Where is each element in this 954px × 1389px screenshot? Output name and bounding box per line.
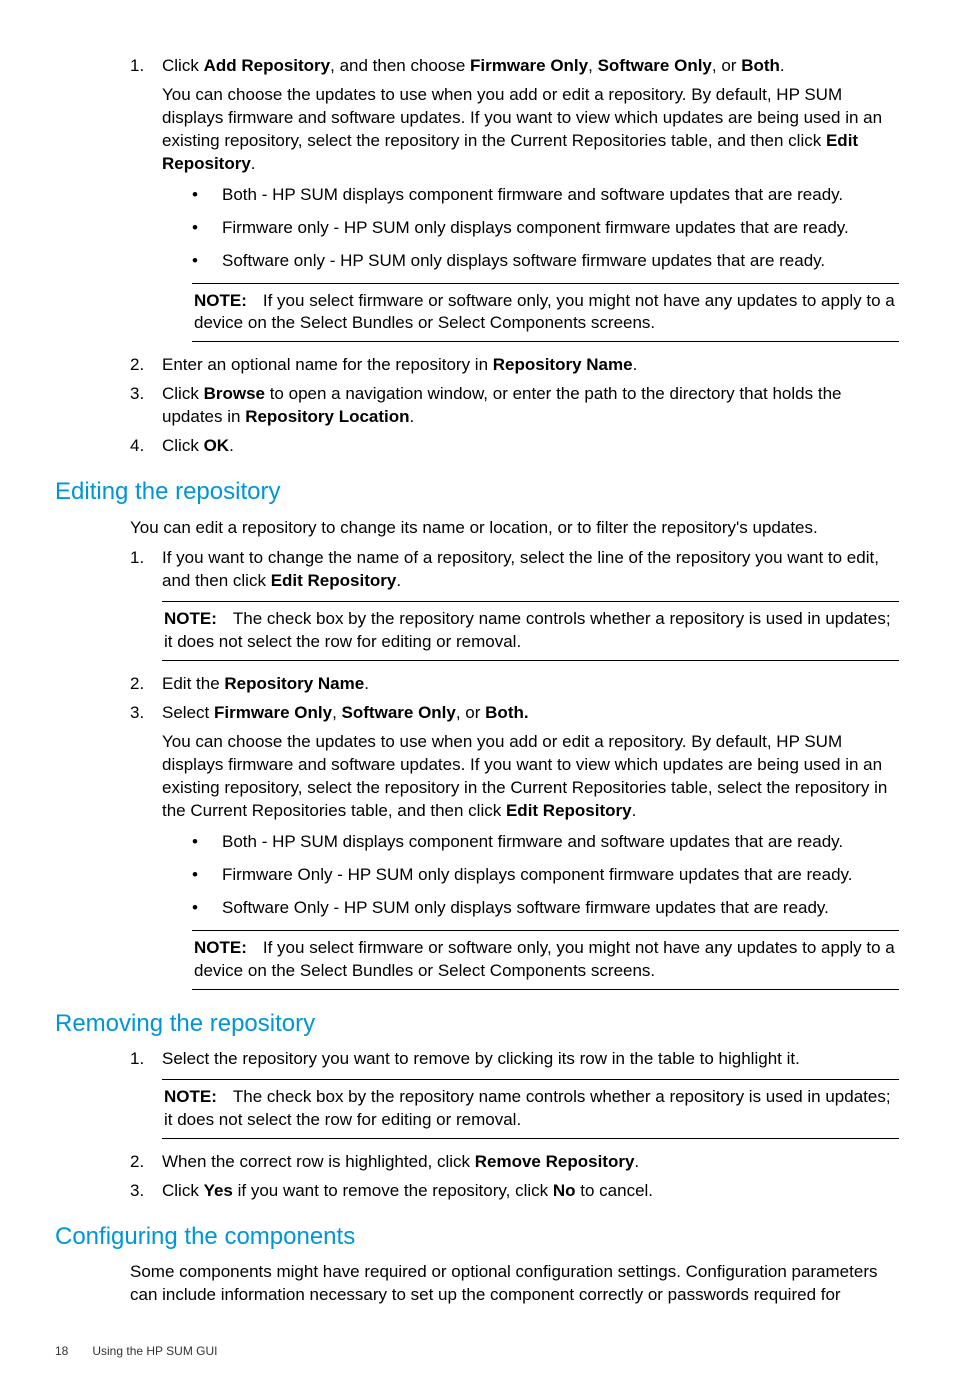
removing-steps: 1. Select the repository you want to rem… (130, 1048, 899, 1203)
text: Click (162, 1181, 204, 1200)
note-box: NOTE:If you select firmware or software … (192, 283, 899, 343)
heading-editing-repository: Editing the repository (55, 476, 899, 508)
step-3: 3. Click Yes if you want to remove the r… (130, 1180, 899, 1203)
configuring-text: Some components might have required or o… (130, 1261, 899, 1307)
bold: Edit Repository (506, 801, 632, 820)
bold: Both. (485, 703, 528, 722)
footer-title: Using the HP SUM GUI (92, 1344, 217, 1358)
bold: Repository Name (224, 674, 364, 693)
note-text: If you select firmware or software only,… (194, 291, 895, 333)
bold: Software Only (342, 703, 456, 722)
text: if you want to remove the repository, cl… (233, 1181, 553, 1200)
step-3: 3. Click Browse to open a navigation win… (130, 383, 899, 429)
bullet-list: Both - HP SUM displays component firmwar… (192, 831, 899, 920)
bullet-item: Software Only - HP SUM only displays sof… (192, 897, 899, 920)
bold: Remove Repository (475, 1152, 635, 1171)
heading-configuring-components: Configuring the components (55, 1221, 899, 1253)
step-number: 2. (130, 1151, 144, 1174)
bold: Firmware Only (470, 56, 588, 75)
step-number: 4. (130, 435, 144, 458)
heading-removing-repository: Removing the repository (55, 1008, 899, 1040)
text: Enter an optional name for the repositor… (162, 355, 493, 374)
bold: Yes (204, 1181, 233, 1200)
note-box: NOTE:If you select firmware or software … (192, 930, 899, 990)
text: , (332, 703, 341, 722)
text: . (633, 355, 638, 374)
note-text: The check box by the repository name con… (164, 1087, 891, 1129)
note-text: If you select firmware or software only,… (194, 938, 895, 980)
text: , and then choose (330, 56, 470, 75)
text: . (251, 154, 256, 173)
step-2: 2. When the correct row is highlighted, … (130, 1151, 899, 1174)
text: . (364, 674, 369, 693)
step-number: 3. (130, 702, 144, 725)
note-box: NOTE:The check box by the repository nam… (162, 1079, 899, 1139)
bullet-item: Firmware Only - HP SUM only displays com… (192, 864, 899, 887)
section-a-steps: 1. Click Add Repository, and then choose… (130, 55, 899, 458)
step-number: 1. (130, 1048, 144, 1071)
bold: Browse (204, 384, 265, 403)
bold: Repository Name (493, 355, 633, 374)
text: When the correct row is highlighted, cli… (162, 1152, 475, 1171)
text: Select the repository you want to remove… (162, 1049, 800, 1068)
note-text: The check box by the repository name con… (164, 609, 891, 651)
note-label: NOTE: (164, 1087, 217, 1106)
text: . (632, 801, 637, 820)
bullet-item: Firmware only - HP SUM only displays com… (192, 217, 899, 240)
intro-text: You can edit a repository to change its … (130, 517, 899, 540)
bold: Add Repository (204, 56, 331, 75)
step-number: 2. (130, 673, 144, 696)
bold: Firmware Only (214, 703, 332, 722)
step-description: You can choose the updates to use when y… (162, 84, 899, 176)
text: . (410, 407, 415, 426)
text: Click (162, 384, 204, 403)
step-3: 3. Select Firmware Only, Software Only, … (130, 702, 899, 989)
text: If you want to change the name of a repo… (162, 548, 879, 590)
step-description: You can choose the updates to use when y… (162, 731, 899, 823)
step-number: 3. (130, 1180, 144, 1203)
bold: Software Only (598, 56, 712, 75)
note-label: NOTE: (194, 291, 247, 310)
text: , or (712, 56, 741, 75)
step-number: 3. (130, 383, 144, 406)
text: . (229, 436, 234, 455)
bold: OK (204, 436, 230, 455)
step-1: 1. If you want to change the name of a r… (130, 547, 899, 661)
bold: No (553, 1181, 576, 1200)
text: Edit the (162, 674, 224, 693)
editing-steps: 1. If you want to change the name of a r… (130, 547, 899, 989)
step-number: 2. (130, 354, 144, 377)
bullet-item: Both - HP SUM displays component firmwar… (192, 831, 899, 854)
text: , (588, 56, 597, 75)
bullet-item: Software only - HP SUM only displays sof… (192, 250, 899, 273)
bullet-list: Both - HP SUM displays component firmwar… (192, 184, 899, 273)
text: to cancel. (576, 1181, 654, 1200)
text: . (634, 1152, 639, 1171)
page-footer: 18 Using the HP SUM GUI (55, 1343, 899, 1359)
step-2: 2. Edit the Repository Name. (130, 673, 899, 696)
bold: Edit Repository (271, 571, 397, 590)
text: , or (456, 703, 485, 722)
step-1: 1. Click Add Repository, and then choose… (130, 55, 899, 342)
note-label: NOTE: (164, 609, 217, 628)
step-text: Click Add Repository, and then choose Fi… (162, 56, 785, 75)
page-number: 18 (55, 1343, 89, 1359)
note-box: NOTE:The check box by the repository nam… (162, 601, 899, 661)
step-1: 1. Select the repository you want to rem… (130, 1048, 899, 1139)
step-4: 4. Click OK. (130, 435, 899, 458)
text: . (780, 56, 785, 75)
bullet-item: Both - HP SUM displays component firmwar… (192, 184, 899, 207)
note-label: NOTE: (194, 938, 247, 957)
text: Click (162, 56, 204, 75)
text: You can choose the updates to use when y… (162, 85, 882, 150)
page-content: 1. Click Add Repository, and then choose… (55, 55, 899, 1307)
text: . (396, 571, 401, 590)
bold: Repository Location (245, 407, 409, 426)
step-2: 2. Enter an optional name for the reposi… (130, 354, 899, 377)
text: Select (162, 703, 214, 722)
step-number: 1. (130, 547, 144, 570)
bold: Both (741, 56, 780, 75)
text: Click (162, 436, 204, 455)
step-number: 1. (130, 55, 144, 78)
